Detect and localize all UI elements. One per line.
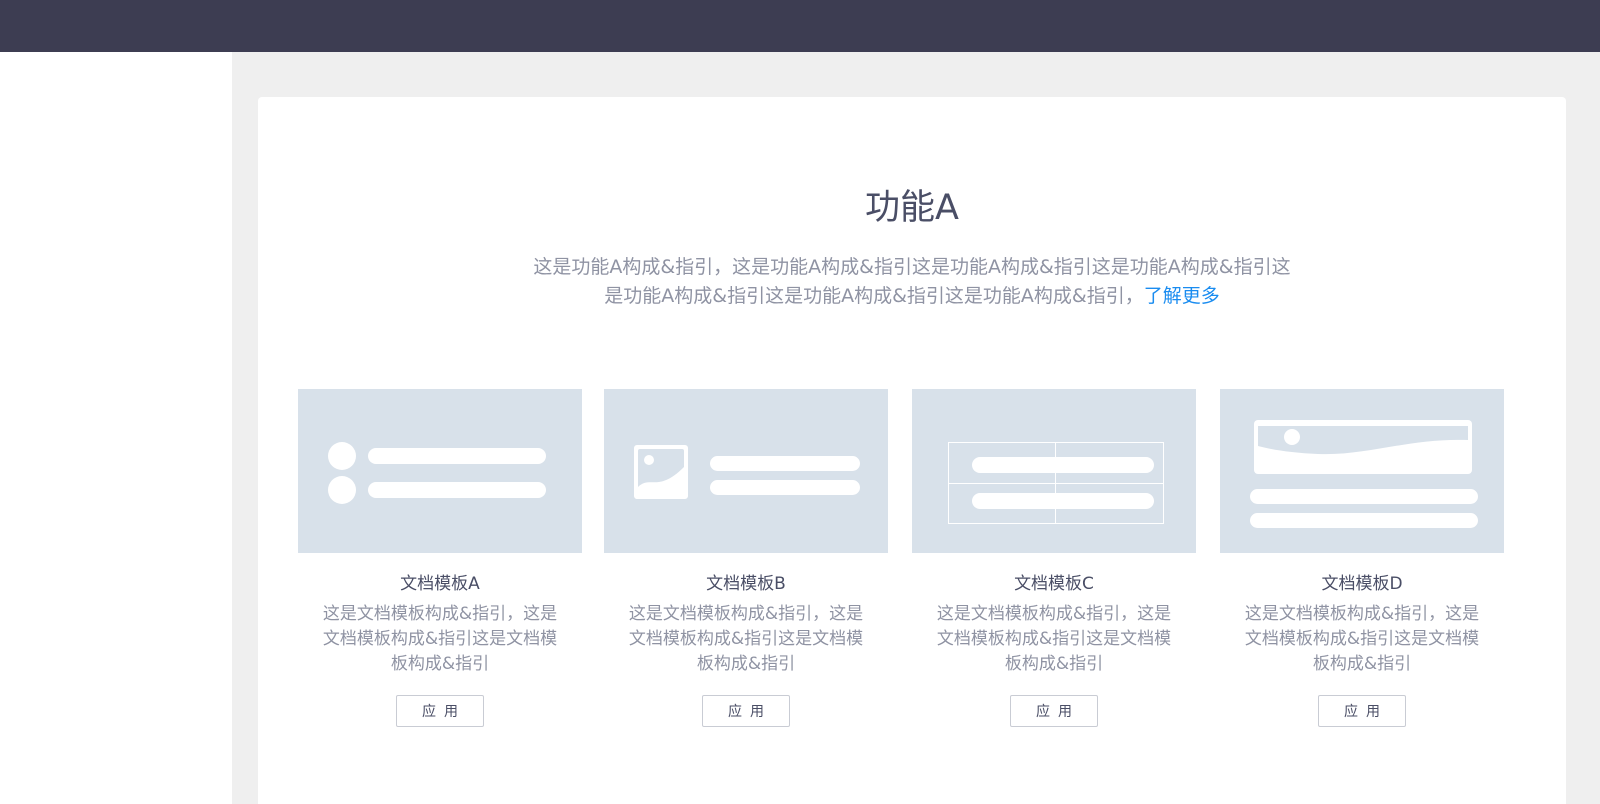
template-name: 文档模板C (1014, 574, 1094, 594)
feature-card: 功能A 这是功能A构成&指引，这是功能A构成&指引这是功能A构成&指引这是功能A… (258, 97, 1566, 804)
top-navigation-bar (0, 0, 1600, 52)
template-card-a: 文档模板A 这是文档模板构成&指引，这是文档模板构成&指引这是文档模板构成&指引… (298, 389, 582, 727)
template-name: 文档模板B (706, 574, 786, 594)
feature-title: 功能A (865, 188, 959, 228)
list-template-icon (298, 389, 582, 553)
main-content-area: 功能A 这是功能A构成&指引，这是功能A构成&指引这是功能A构成&指引这是功能A… (232, 52, 1600, 804)
template-description: 这是文档模板构成&指引，这是文档模板构成&指引这是文档模板构成&指引 (1244, 604, 1480, 674)
template-card-b: 文档模板B 这是文档模板构成&指引，这是文档模板构成&指引这是文档模板构成&指引… (604, 389, 888, 727)
template-description: 这是文档模板构成&指引，这是文档模板构成&指引这是文档模板构成&指引 (628, 604, 864, 674)
feature-description-line1: 这是功能A构成&指引，这是功能A构成&指引这是功能A构成&指引这是功能A构成&指… (533, 256, 1291, 278)
apply-button[interactable]: 应用 (1318, 695, 1406, 727)
learn-more-link[interactable]: 了解更多 (1144, 285, 1220, 307)
image-text-template-icon (604, 389, 888, 553)
apply-button[interactable]: 应用 (396, 695, 484, 727)
template-description: 这是文档模板构成&指引，这是文档模板构成&指引这是文档模板构成&指引 (322, 604, 558, 674)
banner-template-icon (1220, 389, 1504, 553)
template-description: 这是文档模板构成&指引，这是文档模板构成&指引这是文档模板构成&指引 (936, 604, 1172, 674)
table-template-icon (912, 389, 1196, 553)
template-card-d: 文档模板D 这是文档模板构成&指引，这是文档模板构成&指引这是文档模板构成&指引… (1220, 389, 1504, 727)
feature-description-line2: 是功能A构成&指引这是功能A构成&指引这是功能A构成&指引， (604, 285, 1144, 307)
template-name: 文档模板A (400, 574, 480, 594)
sidebar (0, 52, 232, 804)
template-card-c: 文档模板C 这是文档模板构成&指引，这是文档模板构成&指引这是文档模板构成&指引… (912, 389, 1196, 727)
template-name: 文档模板D (1321, 574, 1403, 594)
apply-button[interactable]: 应用 (1010, 695, 1098, 727)
apply-button[interactable]: 应用 (702, 695, 790, 727)
feature-description: 这是功能A构成&指引，这是功能A构成&指引这是功能A构成&指引这是功能A构成&指… (468, 253, 1356, 311)
